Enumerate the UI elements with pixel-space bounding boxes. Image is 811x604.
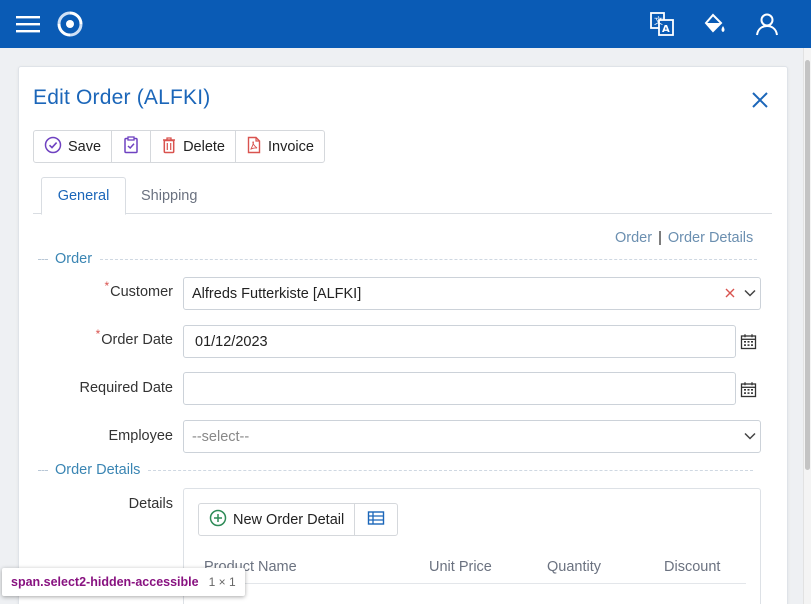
form-toolbar: Save Delete Invoice	[33, 130, 325, 163]
column-header-unit-price[interactable]: Unit Price	[429, 559, 492, 575]
required-date-label: Required Date	[79, 380, 174, 396]
form-tabs: General Shipping	[33, 177, 772, 215]
customer-label: *Customer	[104, 279, 173, 300]
section-divider	[100, 258, 758, 260]
order-date-input[interactable]: 01/12/2023	[183, 325, 736, 358]
new-order-detail-button[interactable]: New Order Detail	[199, 504, 356, 535]
inspector-size: 1 × 1	[208, 575, 236, 589]
section-divider	[38, 469, 48, 471]
column-picker-button[interactable]	[355, 504, 397, 535]
customer-label-text: Customer	[110, 284, 173, 300]
grid-header-divider	[200, 583, 746, 584]
order-date-value: 01/12/2023	[195, 333, 268, 350]
chevron-down-icon[interactable]	[742, 286, 758, 304]
chevron-down-icon[interactable]	[742, 429, 758, 447]
customer-value: Alfreds Futterkiste [ALFKI]	[192, 285, 362, 302]
section-order-details-header: Order Details	[38, 460, 754, 480]
anchor-order-details-link[interactable]: Order Details	[668, 230, 753, 246]
table-columns-icon	[367, 510, 385, 530]
employee-label: Employee	[108, 428, 173, 444]
tab-shipping[interactable]: Shipping	[141, 177, 197, 214]
anchor-separator: |	[658, 230, 662, 246]
tab-general[interactable]: General	[41, 177, 126, 215]
user-icon[interactable]	[753, 0, 781, 48]
column-header-discount[interactable]: Discount	[664, 559, 720, 575]
delete-button[interactable]: Delete	[151, 131, 236, 162]
clear-selection-icon[interactable]	[724, 286, 736, 304]
inspector-selector: span.select2-hidden-accessible	[11, 575, 199, 589]
apply-changes-button[interactable]	[112, 131, 152, 162]
order-date-label: *Order Date	[96, 327, 173, 348]
delete-label: Delete	[183, 138, 225, 155]
close-icon[interactable]	[748, 88, 772, 112]
add-circle-icon	[209, 509, 227, 531]
new-order-detail-label: New Order Detail	[233, 511, 345, 528]
trash-icon	[161, 136, 177, 158]
column-header-quantity[interactable]: Quantity	[547, 559, 601, 575]
section-divider	[38, 258, 48, 260]
details-toolbar: New Order Detail	[198, 503, 399, 536]
required-asterisk: *	[104, 279, 110, 293]
order-date-label-text: Order Date	[101, 332, 173, 348]
calendar-icon[interactable]	[740, 381, 758, 399]
invoice-button[interactable]: Invoice	[236, 131, 324, 162]
check-circle-icon	[44, 136, 62, 158]
employee-placeholder: --select--	[192, 428, 250, 445]
calendar-icon[interactable]	[740, 333, 758, 351]
section-order-header: Order	[38, 249, 758, 269]
required-date-input[interactable]	[183, 372, 736, 405]
translate-icon[interactable]: 文 A	[648, 0, 676, 48]
section-order-details-title: Order Details	[55, 462, 141, 478]
inspector-tooltip: span.select2-hidden-accessible 1 × 1	[2, 568, 245, 596]
anchor-order-link[interactable]: Order	[615, 230, 652, 246]
clipboard-check-icon	[122, 135, 140, 158]
details-label: Details	[128, 496, 173, 512]
section-divider	[148, 469, 754, 471]
theme-paint-icon[interactable]	[700, 0, 728, 48]
top-navbar: 文 A	[0, 0, 811, 48]
app-logo-icon[interactable]	[56, 0, 84, 48]
menu-icon[interactable]	[14, 0, 42, 48]
customer-select[interactable]: Alfreds Futterkiste [ALFKI]	[183, 277, 761, 310]
category-anchors: Order | Order Details	[615, 230, 753, 246]
page-title: Edit Order (ALFKI)	[33, 86, 211, 109]
page-scrollbar-thumb[interactable]	[805, 60, 810, 470]
section-order-title: Order	[55, 251, 93, 267]
save-button[interactable]: Save	[34, 131, 113, 162]
employee-select[interactable]: --select--	[183, 420, 761, 453]
svg-text:A: A	[662, 24, 670, 35]
invoice-label: Invoice	[267, 138, 314, 155]
pdf-file-icon	[246, 136, 262, 158]
save-label: Save	[68, 138, 102, 155]
required-asterisk: *	[95, 327, 101, 341]
